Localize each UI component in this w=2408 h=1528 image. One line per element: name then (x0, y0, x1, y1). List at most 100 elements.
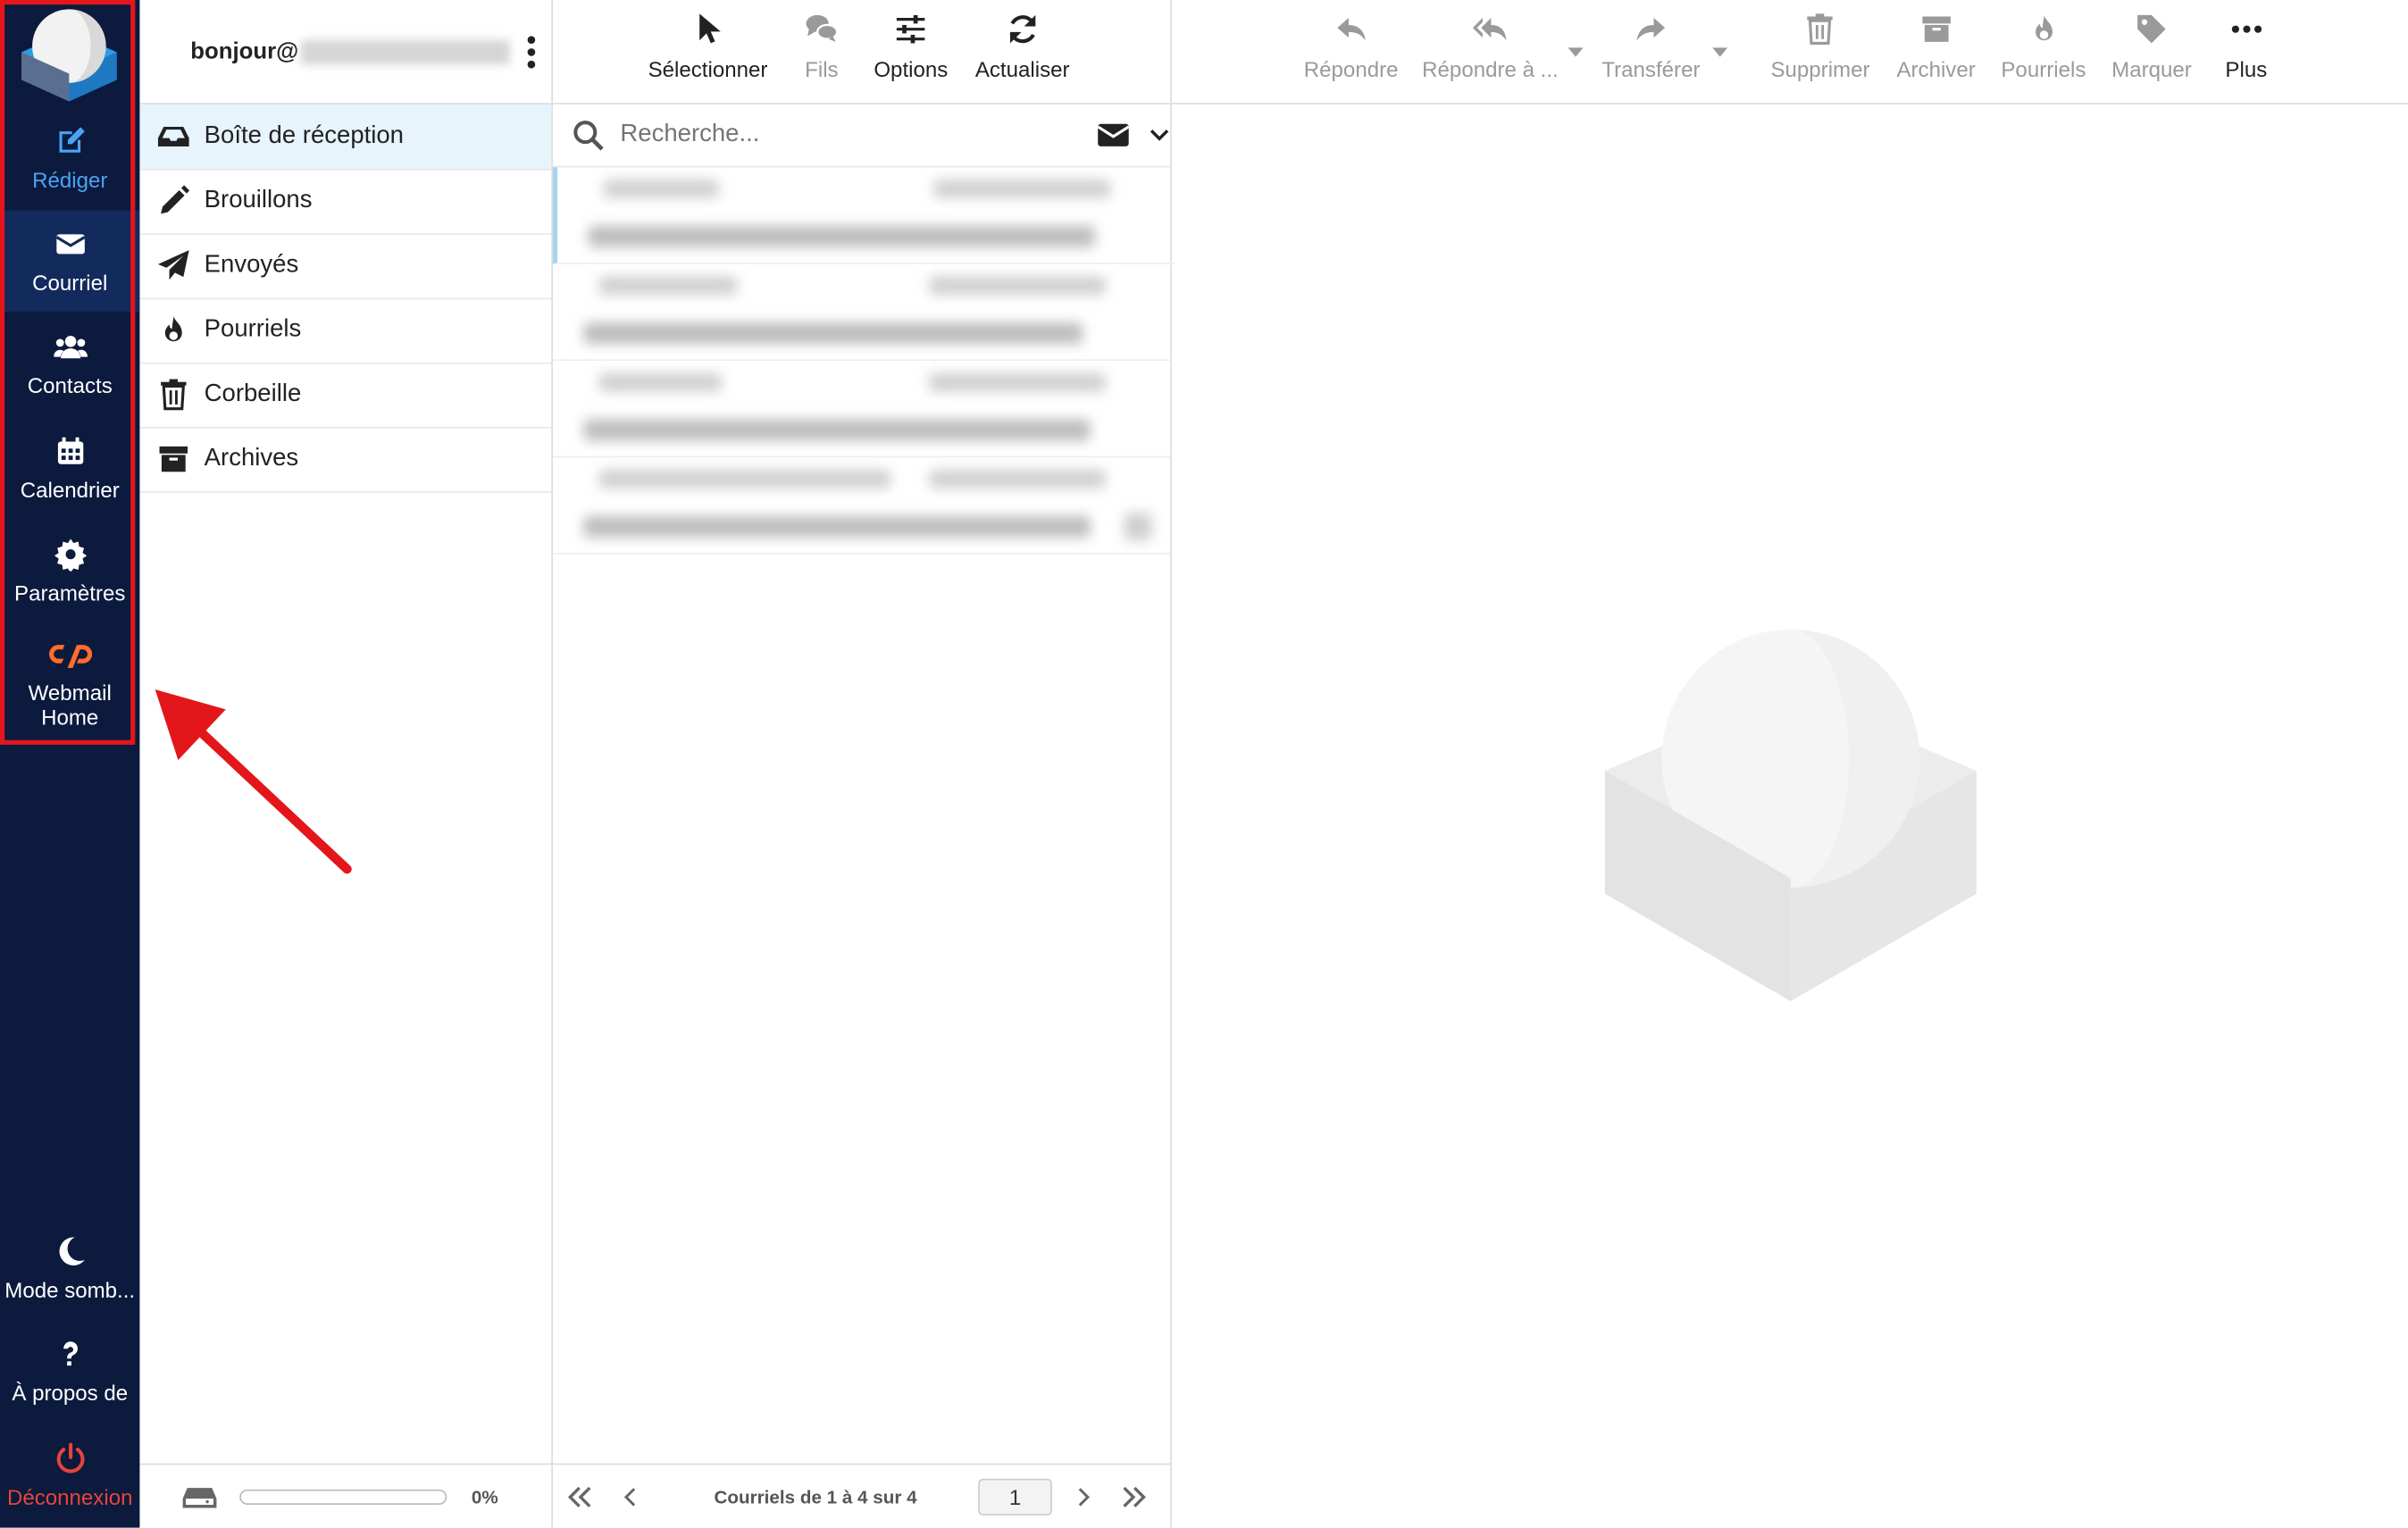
nav-item-webmail-home[interactable]: Webmail Home (0, 630, 139, 740)
refresh-icon (1009, 14, 1036, 44)
options-button[interactable]: Options (874, 13, 948, 81)
archive-button[interactable]: Archiver (1896, 13, 1976, 82)
dark-mode-toggle[interactable]: Mode somb... (0, 1217, 139, 1318)
cpanel-icon (48, 645, 92, 668)
pagination-info: Courriels de 1 à 4 sur 4 (714, 1485, 917, 1507)
threads-label: Fils (805, 56, 839, 82)
refresh-label: Actualiser (974, 56, 1070, 82)
envelope-filter-icon[interactable] (1097, 118, 1131, 152)
mark-label: Marquer (2111, 56, 2192, 82)
cursor-icon (699, 13, 721, 44)
folder-label: Pourriels (204, 316, 302, 343)
compose-button[interactable]: Rédiger (0, 107, 139, 208)
nav-item-settings[interactable]: Paramètres (0, 521, 139, 622)
paper-plane-icon (157, 250, 189, 280)
fire-icon (2035, 14, 2053, 41)
folder-archives[interactable]: Archives (139, 427, 552, 493)
reply-all-button[interactable]: Répondre à ... (1422, 13, 1559, 81)
more-button[interactable]: Plus (2225, 13, 2267, 81)
search-bar (552, 104, 1171, 168)
quota-bar (239, 1488, 447, 1505)
main-navigation: Rédiger Courriel Contacts Calendrier Par… (0, 0, 140, 1528)
tag-icon (2137, 14, 2166, 44)
redacted-subject (583, 322, 1083, 345)
envelope-icon (54, 234, 85, 255)
logout-button[interactable]: Déconnexion (0, 1425, 139, 1526)
redacted-date (929, 372, 1106, 392)
quota-indicator: 0% (139, 1463, 552, 1528)
delete-label: Supprimer (1770, 56, 1870, 82)
moon-icon (58, 1237, 84, 1265)
watermark-logo (1604, 629, 1977, 1002)
message-preview-panel: Répondre Répondre à ... Transférer Suppr… (1171, 0, 2408, 1528)
forward-dropdown-icon[interactable] (1712, 47, 1728, 57)
spam-button[interactable]: Pourriels (2001, 13, 2086, 81)
forward-button[interactable]: Transférer (1601, 13, 1700, 81)
redacted-subject (583, 419, 1091, 441)
account-menu-icon[interactable] (523, 34, 539, 71)
redacted-subject (583, 515, 1091, 538)
search-input[interactable] (616, 120, 1066, 151)
chevron-down-icon[interactable] (1149, 124, 1170, 146)
nav-item-contacts[interactable]: Contacts (0, 313, 139, 414)
folder-label: Envoyés (204, 251, 299, 279)
mark-button[interactable]: Marquer (2111, 13, 2192, 81)
calendar-icon (57, 437, 83, 464)
message-row[interactable] (552, 264, 1171, 362)
account-header: bonjour@ (139, 0, 552, 104)
message-toolbar: Répondre Répondre à ... Transférer Suppr… (1171, 0, 2408, 104)
reply-all-label: Répondre à ... (1422, 56, 1559, 82)
logout-label: Déconnexion (6, 1484, 133, 1510)
select-button[interactable]: Sélectionner (648, 13, 767, 81)
list-toolbar: Sélectionner Fils Options Actualiser (552, 0, 1171, 104)
folder-label: Brouillons (204, 187, 313, 213)
users-icon (53, 335, 88, 359)
message-row[interactable] (552, 167, 1175, 264)
account-name[interactable]: bonjour@ (190, 38, 511, 65)
compose-label: Rédiger (32, 167, 108, 192)
search-icon (573, 121, 604, 151)
threads-button[interactable]: Fils (805, 13, 839, 81)
redacted-sender (598, 276, 738, 296)
reply-all-dropdown-icon[interactable] (1568, 47, 1584, 57)
account-user-prefix: bonjour@ (190, 38, 299, 65)
reply-button[interactable]: Répondre (1304, 13, 1399, 81)
redacted-domain (301, 39, 511, 65)
folder-sent[interactable]: Envoyés (139, 233, 552, 300)
archive-icon (159, 446, 188, 472)
folder-drafts[interactable]: Brouillons (139, 169, 552, 236)
spam-label: Pourriels (2001, 56, 2086, 82)
reply-all-icon (1473, 18, 1508, 41)
folder-spam[interactable]: Pourriels (139, 298, 552, 364)
redacted-sender (598, 372, 723, 392)
redacted-date (929, 276, 1106, 296)
folder-inbox[interactable]: Boîte de réception (139, 104, 552, 171)
calendar-label: Calendrier (20, 477, 120, 503)
nav-item-calendar[interactable]: Calendrier (0, 418, 139, 519)
trash-icon (161, 379, 187, 411)
nav-item-mail[interactable]: Courriel (0, 210, 140, 313)
gear-icon (54, 539, 87, 572)
archive-label: Archiver (1896, 56, 1976, 82)
previous-page-icon[interactable] (619, 1484, 644, 1509)
message-row[interactable] (552, 361, 1171, 458)
inbox-icon (157, 126, 189, 147)
page-number-input[interactable]: 1 (978, 1477, 1052, 1515)
power-icon (55, 1442, 84, 1474)
folder-label: Archives (204, 445, 299, 472)
pagination-bar: Courriels de 1 à 4 sur 4 1 (552, 1463, 1171, 1528)
roundcube-logo[interactable] (15, 6, 122, 102)
next-page-icon[interactable] (1071, 1484, 1096, 1509)
message-row[interactable] (552, 457, 1171, 555)
folder-label: Corbeille (204, 380, 302, 407)
refresh-button[interactable]: Actualiser (975, 13, 1070, 81)
folder-trash[interactable]: Corbeille (139, 363, 552, 429)
about-button[interactable]: À propos de (0, 1321, 139, 1422)
settings-label: Paramètres (14, 580, 126, 605)
last-page-icon[interactable] (1120, 1482, 1148, 1510)
redacted-sender (603, 180, 719, 198)
delete-button[interactable]: Supprimer (1770, 13, 1870, 82)
first-page-icon[interactable] (566, 1482, 594, 1510)
webmail-home-label: Webmail Home (28, 680, 112, 730)
archive-icon (1921, 16, 1951, 42)
